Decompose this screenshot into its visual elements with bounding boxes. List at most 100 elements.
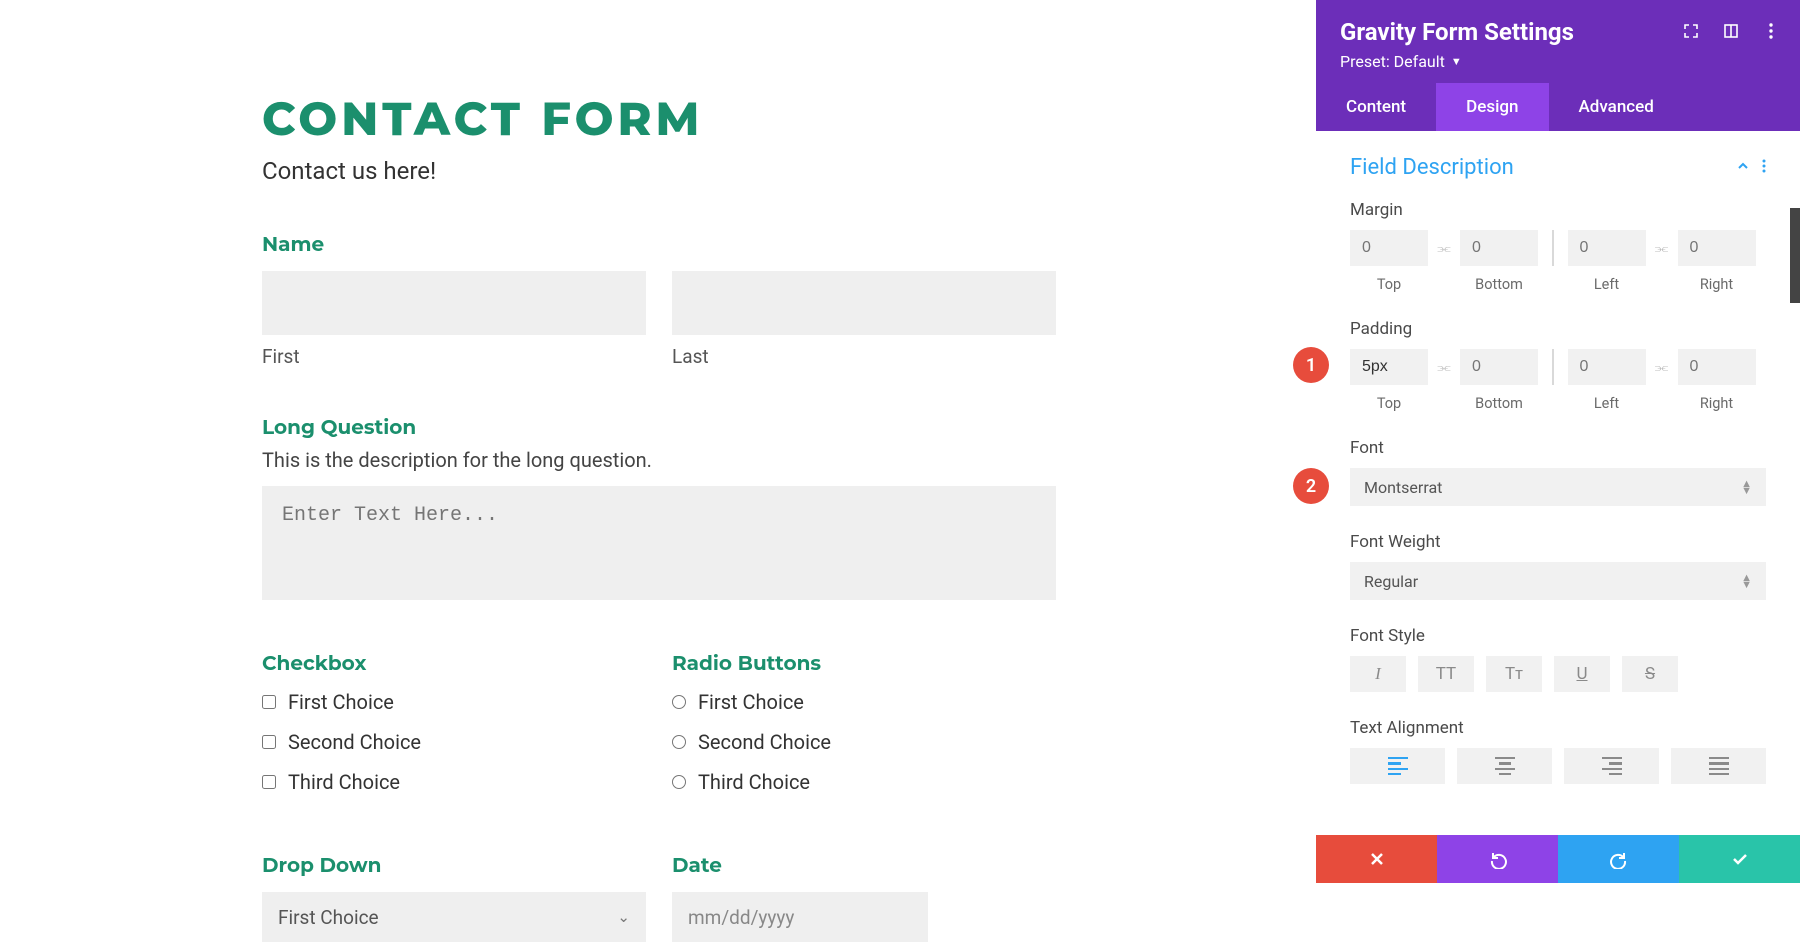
field-label-checkbox: Checkbox [262,652,646,676]
field-date: Date mm/dd/yyyy [672,854,1056,942]
align-justify-button[interactable] [1671,748,1766,784]
margin-bottom-input[interactable] [1460,230,1538,266]
font-value: Montserrat [1364,478,1442,497]
padding-top-label: Top [1377,395,1401,412]
field-label-date: Date [672,854,1056,878]
strikethrough-button[interactable]: S [1622,656,1678,692]
first-name-input[interactable] [262,271,646,335]
padding-left-input[interactable] [1568,349,1646,385]
long-question-textarea[interactable] [262,486,1056,600]
text-alignment-label: Text Alignment [1350,718,1766,738]
field-desc-long: This is the description for the long que… [262,448,1056,472]
margin-right-input[interactable] [1678,230,1756,266]
form-preview: CONTACT FORM Contact us here! Name First… [0,0,1316,883]
tab-advanced[interactable]: Advanced [1549,83,1684,131]
divider [1552,349,1554,385]
date-input[interactable]: mm/dd/yyyy [672,892,928,942]
radio-option-3[interactable] [672,775,686,789]
last-name-sublabel: Last [672,345,1056,368]
margin-left-label: Left [1594,276,1619,293]
panel-footer [1316,835,1800,883]
field-dropdown: Drop Down First Choice ⌄ [262,854,646,942]
last-name-input[interactable] [672,271,1056,335]
checkbox-option-1[interactable] [262,695,276,709]
tab-content[interactable]: Content [1316,83,1436,131]
align-right-button[interactable] [1564,748,1659,784]
uppercase-button[interactable]: TT [1418,656,1474,692]
undo-button[interactable] [1437,835,1558,883]
font-style-group: Font Style I TT Tᴛ U S [1350,626,1766,692]
link-icon[interactable]: ⫘ [1652,349,1672,385]
checkbox-label-2: Second Choice [288,730,421,754]
more-vert-icon[interactable] [1762,22,1780,40]
padding-bottom-label: Bottom [1475,395,1523,412]
padding-group: Padding Top ⫘ Bottom Left ⫘ Right [1350,319,1766,412]
radio-option-1[interactable] [672,695,686,709]
expand-icon[interactable] [1682,22,1700,40]
margin-bottom-label: Bottom [1475,276,1523,293]
radio-label-2: Second Choice [698,730,831,754]
text-alignment-group: Text Alignment [1350,718,1766,784]
margin-group: Margin Top ⫘ Bottom Left ⫘ Right [1350,200,1766,293]
margin-left-input[interactable] [1568,230,1646,266]
redo-button[interactable] [1558,835,1679,883]
close-button[interactable] [1316,835,1437,883]
more-vert-icon[interactable] [1762,158,1766,177]
preset-selector[interactable]: Preset: Default ▼ [1340,52,1462,71]
align-left-button[interactable] [1350,748,1445,784]
save-button[interactable] [1679,835,1800,883]
font-weight-value: Regular [1364,572,1418,591]
chevron-down-icon: ▼ [1451,55,1462,68]
form-title: CONTACT FORM [262,90,1056,147]
field-radio: Radio Buttons First Choice Second Choice… [672,652,1056,810]
smallcaps-button[interactable]: Tᴛ [1486,656,1542,692]
font-weight-label: Font Weight [1350,532,1766,552]
field-label-name: Name [262,233,1056,257]
checkbox-option-3[interactable] [262,775,276,789]
panel-tabs: Content Design Advanced [1316,83,1800,131]
checkbox-label-3: Third Choice [288,770,400,794]
italic-button[interactable]: I [1350,656,1406,692]
align-center-button[interactable] [1457,748,1552,784]
checkbox-label-1: First Choice [288,690,394,714]
dropdown-value: First Choice [278,906,379,929]
font-group: Font Montserrat ▲▼ [1350,438,1766,506]
font-weight-select[interactable]: Regular ▲▼ [1350,562,1766,600]
tab-design[interactable]: Design [1436,83,1548,131]
columns-icon[interactable] [1722,22,1740,40]
font-select[interactable]: Montserrat ▲▼ [1350,468,1766,506]
radio-option-2[interactable] [672,735,686,749]
field-label-long: Long Question [262,416,1056,440]
dropdown-select[interactable]: First Choice ⌄ [262,892,646,942]
annotation-marker-2: 2 [1293,468,1329,504]
section-title: Field Description [1350,155,1514,180]
divider [1552,230,1554,266]
link-icon[interactable]: ⫘ [1652,230,1672,266]
updown-icon: ▲▼ [1741,574,1752,588]
padding-top-input[interactable] [1350,349,1428,385]
link-icon[interactable]: ⫘ [1434,349,1454,385]
scrollbar-thumb[interactable] [1790,208,1800,303]
first-name-sublabel: First [262,345,646,368]
radio-label-1: First Choice [698,690,804,714]
padding-right-label: Right [1700,395,1733,412]
link-icon[interactable]: ⫘ [1434,230,1454,266]
padding-right-input[interactable] [1678,349,1756,385]
date-placeholder: mm/dd/yyyy [688,906,794,929]
checkbox-option-2[interactable] [262,735,276,749]
updown-icon: ▲▼ [1741,480,1752,494]
radio-label-3: Third Choice [698,770,810,794]
field-checkbox: Checkbox First Choice Second Choice Thir… [262,652,646,810]
panel-body: Field Description Margin Top ⫘ Bottom Le… [1316,131,1800,835]
font-weight-group: Font Weight Regular ▲▼ [1350,532,1766,600]
margin-label: Margin [1350,200,1766,220]
chevron-down-icon: ⌄ [617,908,630,926]
margin-top-input[interactable] [1350,230,1428,266]
preset-label: Preset: Default [1340,52,1445,71]
panel-header: Gravity Form Settings Preset: Default ▼ [1316,0,1800,83]
padding-bottom-input[interactable] [1460,349,1538,385]
font-label: Font [1350,438,1766,458]
margin-top-label: Top [1377,276,1401,293]
underline-button[interactable]: U [1554,656,1610,692]
chevron-up-icon[interactable] [1736,158,1750,177]
